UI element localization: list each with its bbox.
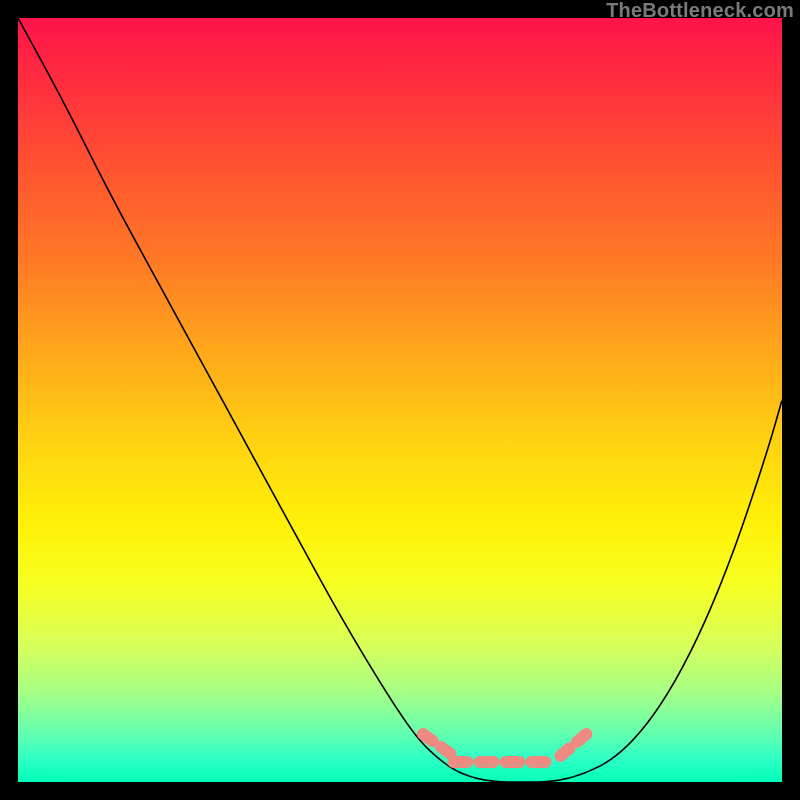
gradient-band-icon <box>18 776 782 778</box>
gradient-band-icon <box>18 770 782 772</box>
plot-area <box>18 18 782 782</box>
highlight-region <box>423 730 591 762</box>
gradient-band-icon <box>18 764 782 766</box>
chart-svg <box>18 18 782 782</box>
watermark-text: TheBottleneck.com <box>606 0 794 23</box>
canvas-frame: TheBottleneck.com <box>0 0 800 800</box>
bottleneck-curve <box>18 18 782 782</box>
